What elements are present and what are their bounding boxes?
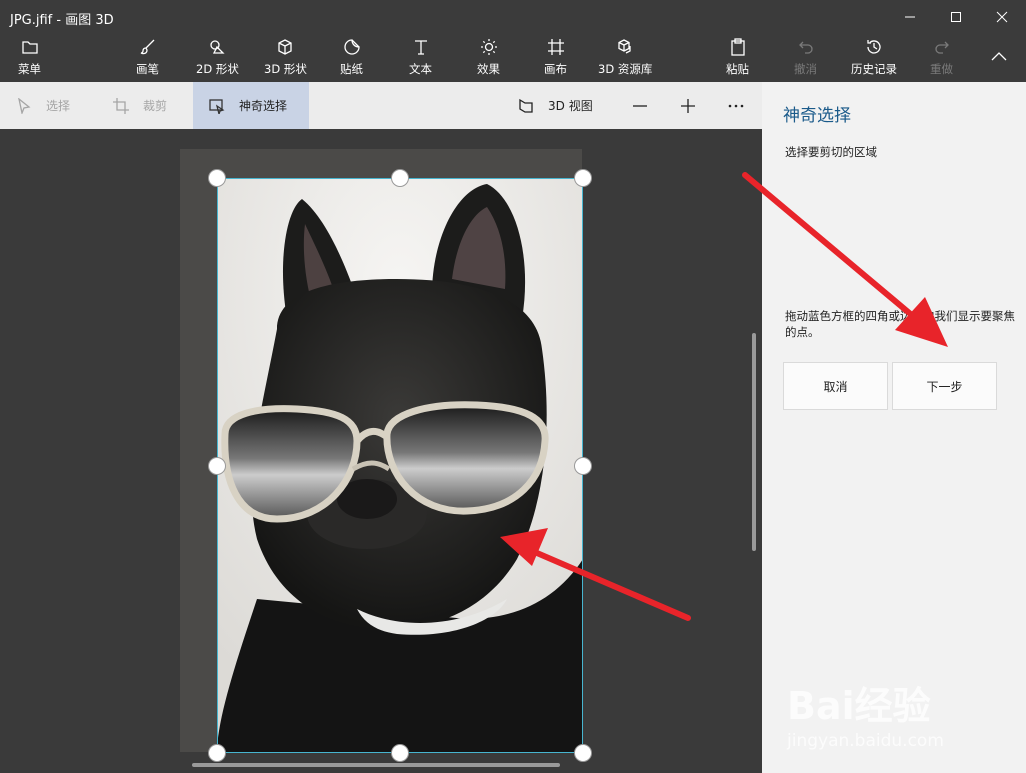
zoom-out-button[interactable]	[632, 82, 662, 129]
tool-3d-library[interactable]: 3D 资源库	[598, 38, 652, 80]
resize-handle-right[interactable]	[574, 457, 592, 475]
drawing-canvas[interactable]	[0, 129, 762, 773]
paste-button[interactable]: 粘贴	[726, 38, 749, 80]
ribbon-toolbar: 菜单 画笔 2D 形状 3D 形状 贴纸 文本 效果 画布 3D 资源库 粘贴 …	[0, 34, 1026, 82]
text-icon	[414, 40, 427, 55]
close-icon	[996, 11, 1008, 23]
history-label: 历史记录	[851, 62, 897, 76]
title-bar: JPG.jfif - 画图 3D	[0, 0, 1026, 34]
cube-icon	[278, 39, 293, 55]
maximize-icon	[951, 12, 961, 22]
watermark-brand: Bai经验	[787, 684, 931, 728]
more-icon	[728, 104, 744, 107]
sticker-icon	[343, 39, 360, 55]
tool-sticker-label: 贴纸	[340, 62, 363, 76]
tool-text[interactable]: 文本	[409, 38, 432, 80]
sub-toolbar: 选择 裁剪 神奇选择 3D 视图	[0, 82, 762, 129]
select-tool[interactable]: 选择	[16, 82, 70, 129]
cancel-button[interactable]: 取消	[783, 362, 888, 410]
history-button[interactable]: 历史记录	[851, 38, 897, 80]
tool-brush-label: 画笔	[136, 62, 159, 76]
panel-description: 选择要剪切的区域	[785, 145, 877, 159]
panel-title: 神奇选择	[783, 106, 851, 126]
tool-2d-shapes[interactable]: 2D 形状	[196, 38, 239, 80]
close-button[interactable]	[979, 0, 1025, 34]
tool-effects[interactable]: 效果	[477, 38, 500, 80]
tool-brush[interactable]: 画笔	[136, 38, 159, 80]
menu-button[interactable]: 菜单	[18, 38, 41, 80]
tool-canvas-label: 画布	[544, 62, 567, 76]
magic-select-tool[interactable]: 神奇选择	[193, 82, 310, 129]
next-button[interactable]: 下一步	[892, 362, 997, 410]
folder-icon	[21, 41, 38, 54]
watermark-url: jingyan.baidu.com	[787, 731, 944, 751]
redo-label: 重做	[930, 62, 953, 76]
brush-icon	[140, 39, 154, 55]
resize-handle-bottom-right[interactable]	[574, 744, 592, 762]
sun-icon	[480, 39, 497, 55]
more-options-button[interactable]	[728, 82, 758, 129]
resize-handle-top[interactable]	[391, 169, 409, 187]
zoom-in-button[interactable]	[680, 82, 710, 129]
library-icon	[618, 39, 631, 54]
magic-select-label: 神奇选择	[239, 99, 288, 113]
panel-hint: 拖动蓝色方框的四角或边以向我们显示要聚焦的点。	[785, 309, 1015, 339]
crop-tool[interactable]: 裁剪	[113, 82, 167, 129]
chevron-up-icon	[991, 52, 1007, 61]
select-tool-label: 选择	[46, 99, 71, 113]
baidu-watermark: Bai经验 jingyan.baidu.com	[785, 655, 1015, 765]
history-icon	[867, 40, 881, 54]
horizontal-scrollbar[interactable]	[192, 763, 560, 767]
resize-handle-bottom[interactable]	[391, 744, 409, 762]
crop-icon	[113, 97, 129, 114]
menu-label: 菜单	[18, 62, 41, 76]
crop-tool-label: 裁剪	[143, 99, 168, 113]
selection-box[interactable]	[217, 178, 583, 753]
paste-label: 粘贴	[726, 62, 749, 76]
tool-3d-shapes-label: 3D 形状	[264, 62, 307, 76]
resize-handle-left[interactable]	[208, 457, 226, 475]
resize-handle-bottom-left[interactable]	[208, 744, 226, 762]
undo-icon	[798, 41, 813, 54]
minus-icon	[633, 104, 647, 107]
3d-view-icon	[519, 98, 533, 113]
tool-effects-label: 效果	[477, 62, 500, 76]
vertical-scrollbar[interactable]	[752, 333, 756, 551]
redo-button[interactable]: 重做	[930, 38, 953, 80]
tool-3d-library-label: 3D 资源库	[598, 62, 653, 76]
clipboard-icon	[730, 38, 745, 56]
minimize-icon	[905, 16, 915, 18]
canvas-icon	[547, 39, 564, 55]
magic-select-icon	[209, 98, 225, 114]
tool-2d-shapes-label: 2D 形状	[196, 62, 239, 76]
undo-label: 撤消	[794, 62, 817, 76]
tool-3d-shapes[interactable]: 3D 形状	[264, 38, 307, 80]
tool-text-label: 文本	[409, 62, 432, 76]
redo-icon	[934, 41, 949, 54]
maximize-button[interactable]	[933, 0, 979, 34]
view-3d-label: 3D 视图	[548, 99, 593, 113]
window-title: JPG.jfif - 画图 3D	[10, 13, 114, 28]
tool-canvas[interactable]: 画布	[544, 38, 567, 80]
plus-icon	[681, 98, 695, 113]
minimize-button[interactable]	[887, 0, 933, 34]
resize-handle-top-right[interactable]	[574, 169, 592, 187]
resize-handle-top-left[interactable]	[208, 169, 226, 187]
view-3d-toggle[interactable]: 3D 视图	[518, 82, 593, 129]
pointer-icon	[18, 97, 31, 114]
undo-button[interactable]: 撤消	[794, 38, 817, 80]
tool-sticker[interactable]: 贴纸	[340, 38, 363, 80]
shapes-2d-icon	[210, 40, 225, 54]
